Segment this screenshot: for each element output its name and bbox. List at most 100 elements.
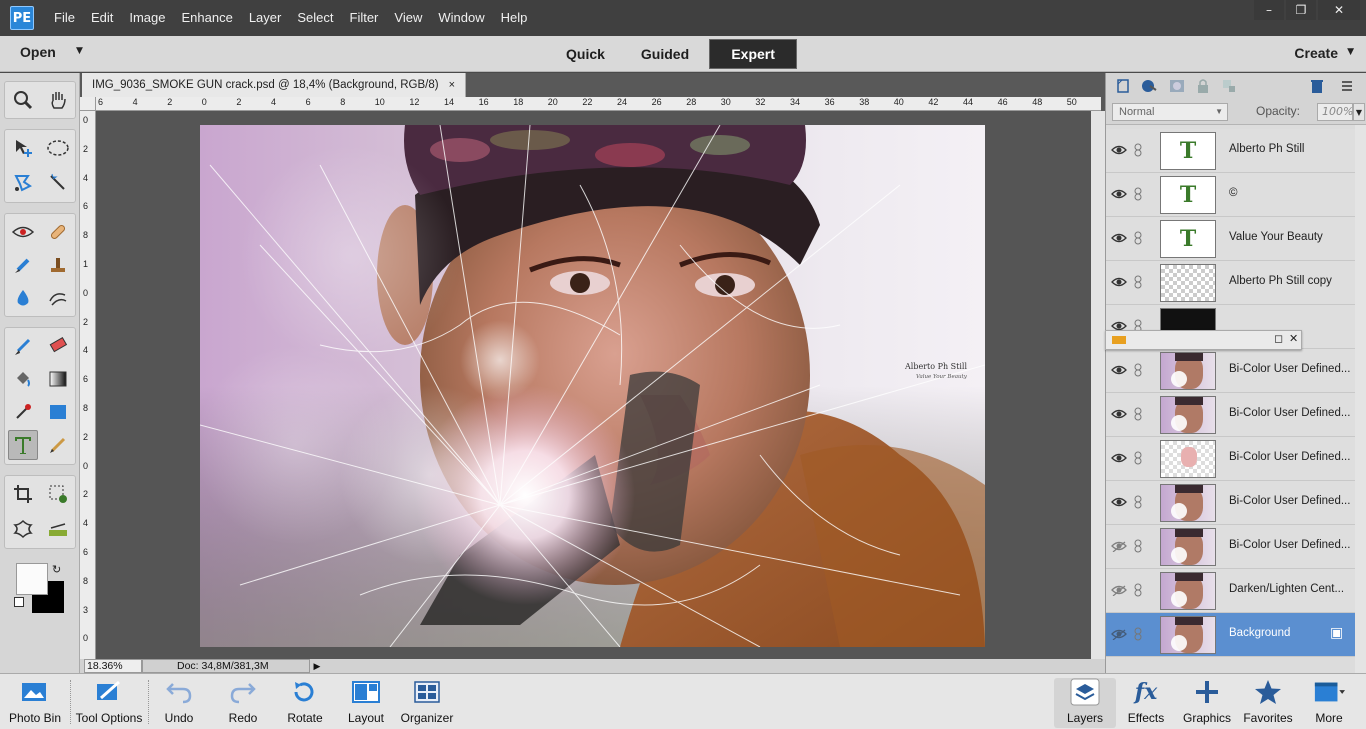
menu-enhance[interactable]: Enhance <box>174 0 241 36</box>
red-eye-tool-icon[interactable] <box>8 217 38 247</box>
blur-tool-icon[interactable] <box>8 283 38 313</box>
visibility-eye-icon[interactable] <box>1111 275 1127 289</box>
paint-bucket-icon[interactable] <box>8 364 38 394</box>
restore-button[interactable]: ❐ <box>1286 0 1316 20</box>
create-dropdown-icon[interactable]: ▼ <box>1347 47 1354 57</box>
menu-select[interactable]: Select <box>289 0 341 36</box>
lasso-tool-icon[interactable] <box>8 168 38 198</box>
hand-tool-icon[interactable] <box>43 85 73 115</box>
status-menu-arrow-icon[interactable]: ▶ <box>310 659 324 673</box>
link-icon[interactable] <box>1132 450 1144 466</box>
default-colors-icon[interactable] <box>14 597 24 607</box>
redo-button[interactable]: Redo <box>212 678 274 728</box>
undo-button[interactable]: Undo <box>148 678 210 728</box>
layout-button[interactable]: Layout <box>335 678 397 728</box>
opacity-dropdown-icon[interactable]: ▼ <box>1353 103 1365 121</box>
link-icon[interactable] <box>1132 362 1144 378</box>
zoom-level-field[interactable]: 18.36% <box>84 659 142 673</box>
open-dropdown-icon[interactable]: ▼ <box>76 46 83 56</box>
eyedropper-icon[interactable] <box>8 397 38 427</box>
visibility-eye-icon[interactable] <box>1111 363 1127 377</box>
eraser-tool-icon[interactable] <box>43 331 73 361</box>
new-fill-layer-icon[interactable] <box>1140 77 1158 95</box>
layer-row[interactable]: Bi-Color User Defined... <box>1106 349 1355 393</box>
link-icon[interactable] <box>1132 626 1144 642</box>
visibility-eye-icon[interactable] <box>1111 539 1127 553</box>
effects-button[interactable]: fx Effects <box>1115 678 1177 728</box>
close-document-icon[interactable]: × <box>449 79 455 91</box>
straighten-tool-icon[interactable] <box>43 514 73 544</box>
link-icon[interactable] <box>1132 582 1144 598</box>
visibility-eye-icon[interactable] <box>1111 187 1127 201</box>
menu-view[interactable]: View <box>386 0 430 36</box>
layer-row[interactable]: Bi-Color User Defined... <box>1106 393 1355 437</box>
brush-tool-icon[interactable] <box>8 331 38 361</box>
more-button[interactable]: More <box>1298 678 1360 728</box>
tab-guided[interactable]: Guided <box>625 39 705 69</box>
tool-options-button[interactable]: Tool Options <box>76 678 142 728</box>
clone-stamp-icon[interactable] <box>43 250 73 280</box>
link-icon[interactable] <box>1132 406 1144 422</box>
pencil-tool-icon[interactable] <box>43 430 73 460</box>
layer-row[interactable]: T Value Your Beauty <box>1106 217 1355 261</box>
healing-brush-icon[interactable] <box>43 217 73 247</box>
photo-bin-button[interactable]: Photo Bin <box>4 678 66 728</box>
menu-filter[interactable]: Filter <box>342 0 387 36</box>
link-icon[interactable] <box>1132 142 1144 158</box>
document-tab[interactable]: IMG_9036_SMOKE GUN crack.psd @ 18,4% (Ba… <box>82 73 467 97</box>
visibility-eye-icon[interactable] <box>1111 495 1127 509</box>
panel-menu-icon[interactable] <box>1338 77 1356 95</box>
sponge-tool-icon[interactable] <box>43 283 73 313</box>
menu-file[interactable]: File <box>46 0 83 36</box>
marquee-tool-icon[interactable] <box>43 133 73 163</box>
layers-scrollbar[interactable] <box>1355 125 1366 673</box>
close-window-button[interactable]: ✕ <box>1318 0 1360 20</box>
link-icon[interactable] <box>1132 274 1144 290</box>
canvas-vertical-scrollbar[interactable] <box>1091 111 1105 659</box>
swap-colors-icon[interactable]: ↻ <box>52 563 61 576</box>
layer-row[interactable]: Alberto Ph Still copy <box>1106 261 1355 305</box>
layer-row[interactable]: Darken/Lighten Cent... <box>1106 569 1355 613</box>
graphics-button[interactable]: Graphics <box>1176 678 1238 728</box>
visibility-eye-icon[interactable] <box>1111 231 1127 245</box>
cookie-cutter-icon[interactable] <box>8 514 38 544</box>
menu-window[interactable]: Window <box>430 0 492 36</box>
layer-row[interactable]: Background ▣ <box>1106 613 1355 657</box>
canvas-image[interactable]: Alberto Ph Still Value Your Beauty <box>200 125 985 647</box>
opacity-input[interactable]: 100% <box>1317 103 1353 121</box>
layer-row[interactable]: Bi-Color User Defined... <box>1106 437 1355 481</box>
visibility-eye-icon[interactable] <box>1111 407 1127 421</box>
recompose-tool-icon[interactable] <box>43 479 73 509</box>
expand-icon[interactable]: ◻ <box>1274 332 1283 345</box>
visibility-eye-icon[interactable] <box>1111 451 1127 465</box>
quick-selection-tool-icon[interactable] <box>43 168 73 198</box>
shape-tool-icon[interactable] <box>43 397 73 427</box>
blend-mode-select[interactable]: Normal ▼ <box>1112 103 1228 121</box>
visibility-eye-icon[interactable] <box>1111 583 1127 597</box>
add-mask-icon[interactable] <box>1168 77 1186 95</box>
link-icon[interactable] <box>1132 186 1144 202</box>
minimize-button[interactable]: – <box>1254 0 1284 20</box>
open-button[interactable]: Open <box>20 44 56 60</box>
link-icon[interactable] <box>1132 230 1144 246</box>
foreground-color-swatch[interactable] <box>16 563 48 595</box>
layer-row[interactable]: T Alberto Ph Still <box>1106 129 1355 173</box>
visibility-eye-icon[interactable] <box>1111 627 1127 641</box>
smart-brush-icon[interactable] <box>8 250 38 280</box>
lock-all-icon[interactable] <box>1194 77 1212 95</box>
lock-transparent-icon[interactable] <box>1220 77 1238 95</box>
link-icon[interactable] <box>1132 538 1144 554</box>
menu-help[interactable]: Help <box>493 0 536 36</box>
tab-expert[interactable]: Expert <box>709 39 798 69</box>
rotate-button[interactable]: Rotate <box>274 678 336 728</box>
layer-row[interactable]: Bi-Color User Defined... <box>1106 525 1355 569</box>
crop-tool-icon[interactable] <box>8 479 38 509</box>
canvas-background[interactable]: Alberto Ph Still Value Your Beauty <box>96 111 1091 659</box>
menu-layer[interactable]: Layer <box>241 0 290 36</box>
tab-quick[interactable]: Quick <box>550 39 621 69</box>
gradient-tool-icon[interactable] <box>43 364 73 394</box>
floating-panel-bar[interactable]: ◻ ✕ <box>1105 330 1302 350</box>
create-button[interactable]: Create <box>1294 45 1338 61</box>
zoom-tool-icon[interactable] <box>8 85 38 115</box>
app-logo-icon[interactable]: PE <box>10 6 34 30</box>
